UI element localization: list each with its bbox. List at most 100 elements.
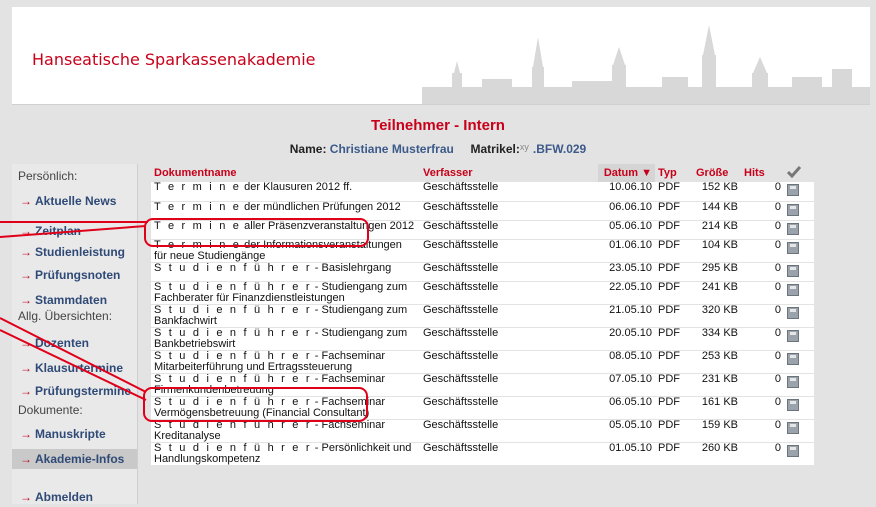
- sidebar-item-prüfungstermine[interactable]: → Prüfungstermine: [12, 381, 137, 401]
- col-header-groesse[interactable]: Größe: [693, 164, 741, 182]
- document-link[interactable]: S t u d i e n f ü h r e r - Studiengang …: [151, 304, 420, 328]
- save-disk-icon[interactable]: [787, 264, 799, 277]
- col-header-hits[interactable]: Hits: [741, 164, 784, 182]
- document-author: Geschäftsstelle: [420, 304, 598, 328]
- col-header-verfasser[interactable]: Verfasser: [420, 164, 598, 182]
- document-size: 295 KB: [693, 262, 741, 282]
- save-disk-icon[interactable]: [787, 352, 799, 365]
- document-link[interactable]: T e r m i n e der mündlichen Prüfungen 2…: [151, 200, 420, 221]
- name-label: Name:: [289, 142, 327, 156]
- save-disk-icon[interactable]: [787, 329, 799, 342]
- save-disk-icon[interactable]: [787, 184, 799, 196]
- sidebar-item-prüfungsnoten[interactable]: → Prüfungsnoten: [12, 265, 137, 285]
- download-cell: [784, 239, 814, 263]
- document-prefix: T e r m i n e: [154, 219, 242, 232]
- document-link[interactable]: S t u d i e n f ü h r e r - Basislehrgan…: [151, 261, 420, 282]
- document-date: 06.06.10: [598, 201, 655, 221]
- document-link[interactable]: S t u d i e n f ü h r e r - Fachseminar …: [151, 350, 420, 374]
- document-date: 05.06.10: [598, 220, 655, 240]
- download-cell: [784, 442, 814, 466]
- sidebar-item-label: Prüfungsnoten: [35, 268, 121, 282]
- document-hits: 0: [741, 373, 784, 397]
- document-link[interactable]: T e r m i n e der Informationsveranstalt…: [151, 239, 420, 263]
- save-disk-icon[interactable]: [787, 375, 799, 388]
- document-link[interactable]: S t u d i e n f ü h r e r - Persönlichke…: [151, 442, 420, 466]
- document-author: Geschäftsstelle: [420, 201, 598, 221]
- document-hits: 0: [741, 419, 784, 443]
- document-type: PDF: [655, 350, 693, 374]
- table-row: S t u d i e n f ü h r e r - Basislehrgan…: [151, 261, 814, 282]
- document-size: 214 KB: [693, 220, 741, 240]
- document-link[interactable]: S t u d i e n f ü h r e r - Fachseminar …: [151, 373, 420, 397]
- document-link[interactable]: T e r m i n e der Klausuren 2012 ff.: [151, 181, 420, 202]
- sidebar-nav: Persönlich: → Aktuelle News → Zeitplan → Studi…: [12, 164, 138, 504]
- save-disk-icon[interactable]: [787, 283, 799, 296]
- document-title: der Klausuren 2012 ff.: [241, 181, 353, 193]
- document-type: PDF: [655, 262, 693, 282]
- participant-info: Name: Christiane Musterfrau Matrikel:xy.…: [0, 142, 876, 156]
- logout-link[interactable]: → Abmelden: [12, 487, 137, 507]
- table-row: T e r m i n e der mündlichen Prüfungen 2…: [151, 200, 814, 221]
- document-size: 241 KB: [693, 281, 741, 305]
- sidebar-item-aktuelle-news[interactable]: → Aktuelle News: [12, 191, 137, 211]
- document-link[interactable]: S t u d i e n f ü h r e r - Studiengang …: [151, 327, 420, 351]
- document-size: 231 KB: [693, 373, 741, 397]
- save-disk-icon[interactable]: [787, 306, 799, 319]
- arrow-icon: →: [20, 194, 32, 208]
- table-row: S t u d i e n f ü h r e r - Fachseminar …: [151, 350, 814, 374]
- document-date: 22.05.10: [598, 281, 655, 305]
- document-author: Geschäftsstelle: [420, 350, 598, 374]
- sidebar-item-klausurtermine[interactable]: → Klausurtermine: [12, 358, 137, 378]
- table-row: S t u d i e n f ü h r e r - Studiengang …: [151, 281, 814, 305]
- download-cell: [784, 201, 814, 221]
- sidebar-heading: Allg. Übersichten:: [18, 309, 113, 323]
- document-author: Geschäftsstelle: [420, 182, 598, 202]
- document-title: - Basislehrgang: [311, 261, 392, 274]
- sidebar-item-manuskripte[interactable]: → Manuskripte: [12, 424, 137, 444]
- documents-table: Dokumentname Verfasser Datum ▼ Typ Größe…: [151, 164, 814, 466]
- col-header-typ[interactable]: Typ: [655, 164, 693, 182]
- sidebar-item-label: Studienleistung: [35, 245, 125, 259]
- sidebar-item-dozenten[interactable]: → Dozenten: [12, 333, 137, 353]
- document-link[interactable]: S t u d i e n f ü h r e r - Studiengang …: [151, 281, 420, 305]
- document-author: Geschäftsstelle: [420, 396, 598, 420]
- table-row: T e r m i n e aller Präsenzveranstaltung…: [151, 219, 814, 240]
- table-row: S t u d i e n f ü h r e r - Studiengang …: [151, 327, 814, 351]
- document-link[interactable]: S t u d i e n f ü h r e r - Fachseminar …: [151, 396, 420, 420]
- col-header-dokumentname[interactable]: Dokumentname: [151, 164, 420, 182]
- document-title: aller Präsenzveranstaltungen 2012: [241, 219, 415, 232]
- document-hits: 0: [741, 262, 784, 282]
- page-title: Teilnehmer - Intern: [371, 117, 505, 134]
- document-hits: 0: [741, 201, 784, 221]
- document-date: 23.05.10: [598, 262, 655, 282]
- document-hits: 0: [741, 281, 784, 305]
- document-link[interactable]: T e r m i n e aller Präsenzveranstaltung…: [151, 219, 420, 240]
- sidebar-item-zeitplan[interactable]: → Zeitplan: [12, 221, 137, 241]
- sidebar-item-studienleistung[interactable]: → Studienleistung: [12, 242, 137, 262]
- sidebar-item-stammdaten[interactable]: → Stammdaten: [12, 290, 137, 310]
- save-disk-icon[interactable]: [787, 444, 799, 457]
- document-prefix: T e r m i n e: [154, 200, 242, 213]
- sidebar-item-label: Manuskripte: [35, 427, 106, 441]
- document-date: 06.05.10: [598, 396, 655, 420]
- save-disk-icon[interactable]: [787, 421, 799, 434]
- document-size: 104 KB: [693, 239, 741, 263]
- save-disk-icon[interactable]: [787, 398, 799, 411]
- col-header-datum[interactable]: Datum ▼: [598, 164, 655, 182]
- document-author: Geschäftsstelle: [420, 373, 598, 397]
- save-disk-icon[interactable]: [787, 203, 799, 216]
- save-disk-icon[interactable]: [787, 222, 799, 235]
- download-cell: [784, 262, 814, 282]
- hamburg-skyline-logo: [422, 25, 870, 104]
- document-date: 21.05.10: [598, 304, 655, 328]
- document-link[interactable]: S t u d i e n f ü h r e r - Fachseminar …: [151, 419, 420, 443]
- logout-label: Abmelden: [35, 490, 94, 504]
- document-hits: 0: [741, 350, 784, 374]
- document-date: 10.06.10: [598, 182, 655, 202]
- sidebar-item-akademie-infos[interactable]: → Akademie-Infos: [12, 449, 137, 469]
- save-disk-icon[interactable]: [787, 241, 799, 254]
- document-date: 01.05.10: [598, 442, 655, 466]
- document-author: Geschäftsstelle: [420, 220, 598, 240]
- arrow-icon: →: [20, 268, 32, 282]
- arrow-icon: →: [20, 224, 32, 238]
